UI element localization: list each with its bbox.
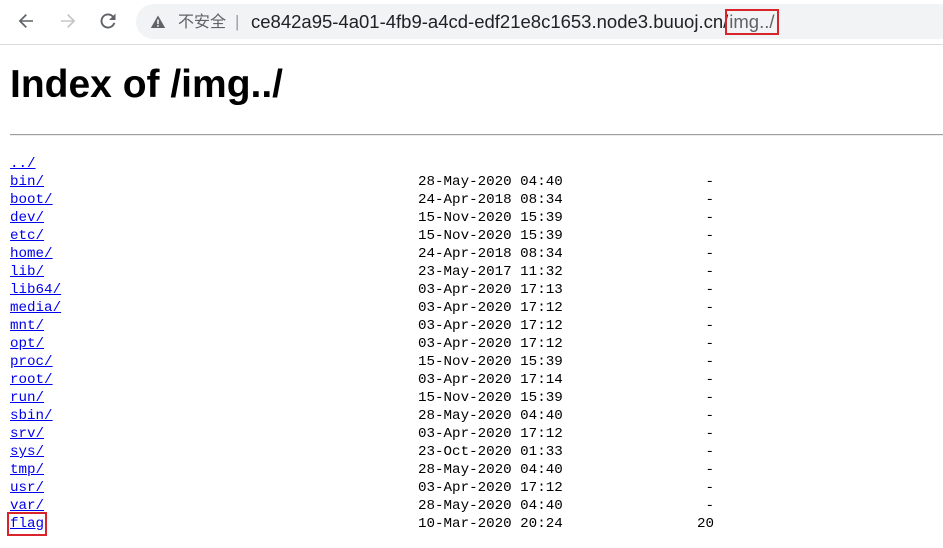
directory-link[interactable]: lib64/ [10,281,61,299]
file-link[interactable]: flag [6,512,48,536]
directory-link[interactable]: sys/ [10,443,44,461]
file-size: - [705,246,714,262]
file-size: - [705,336,714,352]
file-size: - [705,390,714,406]
directory-link[interactable]: root/ [10,371,53,389]
file-size: - [705,264,714,280]
directory-link[interactable]: mnt/ [10,317,44,335]
modified-date: 03-Apr-2020 17:12 [418,318,563,334]
file-size: - [705,426,714,442]
url-path-highlighted: img../ [725,9,779,35]
modified-date: 03-Apr-2020 17:13 [418,282,563,298]
modified-date: 03-Apr-2020 17:12 [418,480,563,496]
file-size: - [705,282,714,298]
directory-link[interactable]: run/ [10,389,44,407]
directory-link[interactable]: home/ [10,245,53,263]
directory-link[interactable]: var/ [10,497,44,515]
modified-date: 03-Apr-2020 17:14 [418,372,563,388]
address-separator: | [235,12,240,31]
modified-date: 24-Apr-2018 08:34 [418,246,563,262]
reload-icon [100,13,116,29]
file-size: - [705,318,714,334]
modified-date: 03-Apr-2020 17:12 [418,336,563,352]
reload-button[interactable] [95,8,121,34]
url-host: ce842a95-4a01-4fb9-a4cd-edf21e8c1653.nod… [251,11,729,32]
modified-date: 23-Oct-2020 01:33 [418,444,563,460]
file-size: - [705,354,714,370]
directory-link[interactable]: dev/ [10,209,44,227]
file-size: - [705,408,714,424]
modified-date: 03-Apr-2020 17:12 [418,300,563,316]
horizontal-rule [10,134,943,136]
modified-date: 28-May-2020 04:40 [418,462,563,478]
file-size: - [705,498,714,514]
directory-link[interactable]: media/ [10,299,61,317]
directory-link[interactable]: proc/ [10,353,53,371]
directory-link[interactable]: bin/ [10,173,44,191]
address-url[interactable]: ce842a95-4a01-4fb9-a4cd-edf21e8c1653.nod… [251,9,779,35]
toolbar-divider [0,44,943,45]
modified-date: 15-Nov-2020 15:39 [418,228,563,244]
modified-date: 28-May-2020 04:40 [418,174,563,190]
security-status-label[interactable]: 不安全 [178,12,226,32]
forward-arrow-icon [61,14,76,28]
file-size: - [705,462,714,478]
file-size: - [705,480,714,496]
file-size: - [705,444,714,460]
file-size: - [705,192,714,208]
back-arrow-icon [18,14,33,28]
directory-link[interactable]: lib/ [10,263,44,281]
directory-link[interactable]: srv/ [10,425,44,443]
modified-date: 23-May-2017 11:32 [418,264,563,280]
modified-date: 15-Nov-2020 15:39 [418,390,563,406]
browser-toolbar: 不安全 | ce842a95-4a01-4fb9-a4cd-edf21e8c16… [0,0,943,44]
file-size: - [705,174,714,190]
modified-date: 03-Apr-2020 17:12 [418,426,563,442]
directory-link[interactable]: sbin/ [10,407,53,425]
parent-directory-link[interactable]: ../ [10,155,36,173]
directory-link[interactable]: boot/ [10,191,53,209]
modified-date: 24-Apr-2018 08:34 [418,192,563,208]
directory-link[interactable]: etc/ [10,227,44,245]
modified-date: 10-Mar-2020 20:24 [418,516,563,532]
directory-link[interactable]: tmp/ [10,461,44,479]
modified-date: 28-May-2020 04:40 [418,408,563,424]
back-button[interactable] [13,8,39,34]
address-bar[interactable]: 不安全 | ce842a95-4a01-4fb9-a4cd-edf21e8c16… [136,4,943,39]
modified-date: 28-May-2020 04:40 [418,498,563,514]
modified-date: 15-Nov-2020 15:39 [418,210,563,226]
page-title: Index of /img../ [10,63,284,106]
file-size: - [705,300,714,316]
file-size: 20 [696,516,714,532]
file-size: - [705,210,714,226]
file-size: - [705,228,714,244]
warning-triangle-icon [150,15,166,28]
modified-date: 15-Nov-2020 15:39 [418,354,563,370]
file-size: - [705,372,714,388]
directory-link[interactable]: usr/ [10,479,44,497]
directory-link[interactable]: opt/ [10,335,44,353]
forward-button[interactable] [55,8,81,34]
